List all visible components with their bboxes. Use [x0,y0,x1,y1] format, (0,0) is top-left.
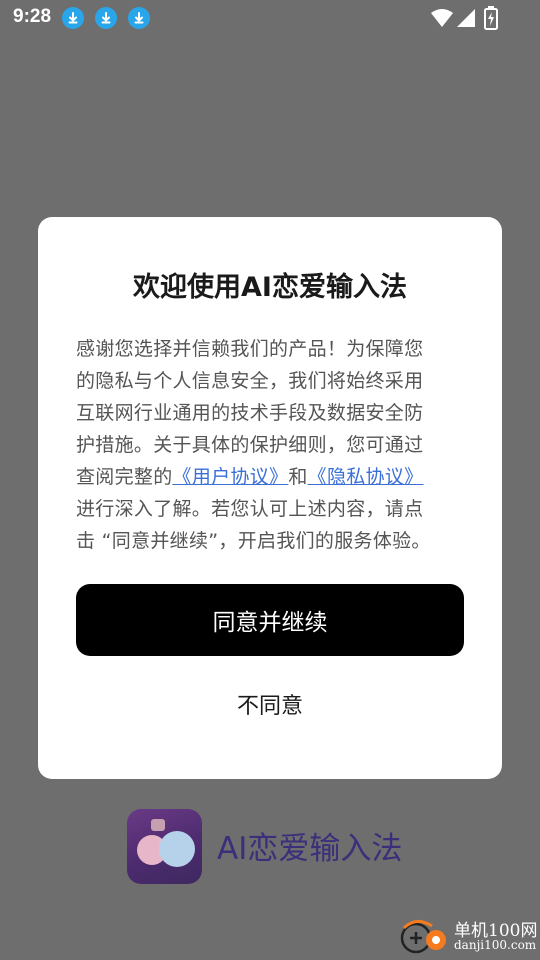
watermark-logo-icon [400,920,446,954]
app-logo-icon [127,809,202,884]
body-text: 和 [288,466,308,488]
disagree-button[interactable]: 不同意 [76,679,464,729]
body-text: 查阅完整的 [76,466,173,488]
body-line: 感谢您选择并信赖我们的产品！为保障您 [76,338,424,360]
status-time: 9:28 [13,6,52,27]
user-agreement-link[interactable]: 《用户协议》 [173,466,289,488]
status-bar: 9:28 [0,0,540,36]
battery-charging-icon [484,6,498,30]
body-line: 击 “同意并继续”，开启我们的服务体验。 [76,530,431,552]
background-app-name: AI恋爱输入法 [217,831,403,867]
body-line: 护措施。关于具体的保护细则，您可通过 [76,434,424,456]
body-line: 的隐私与个人信息安全，我们将始终采用 [76,370,424,392]
privacy-agreement-link[interactable]: 《隐私协议》 [308,466,424,488]
watermark: 单机100网 danji100.com [390,910,540,960]
dialog-title: 欢迎使用AI恋爱输入法 [133,272,407,303]
wifi-icon [431,9,453,27]
privacy-dialog: 欢迎使用AI恋爱输入法 感谢您选择并信赖我们的产品！为保障您 的隐私与个人信息安… [38,217,502,779]
signal-icon [457,9,475,27]
agree-continue-button[interactable]: 同意并继续 [76,584,464,656]
download-icon [62,7,84,29]
body-line: 互联网行业通用的技术手段及数据安全防 [76,402,424,424]
watermark-url: danji100.com [454,938,537,952]
body-line: 进行深入了解。若您认可上述内容，请点 [76,498,424,520]
download-icon [95,7,117,29]
background-app-header: AI恋爱输入法 [127,809,427,885]
body-line-with-links: 查阅完整的《用户协议》和《隐私协议》 [76,461,468,493]
download-icon [128,7,150,29]
dialog-body: 感谢您选择并信赖我们的产品！为保障您 的隐私与个人信息安全，我们将始终采用 互联… [76,333,468,557]
